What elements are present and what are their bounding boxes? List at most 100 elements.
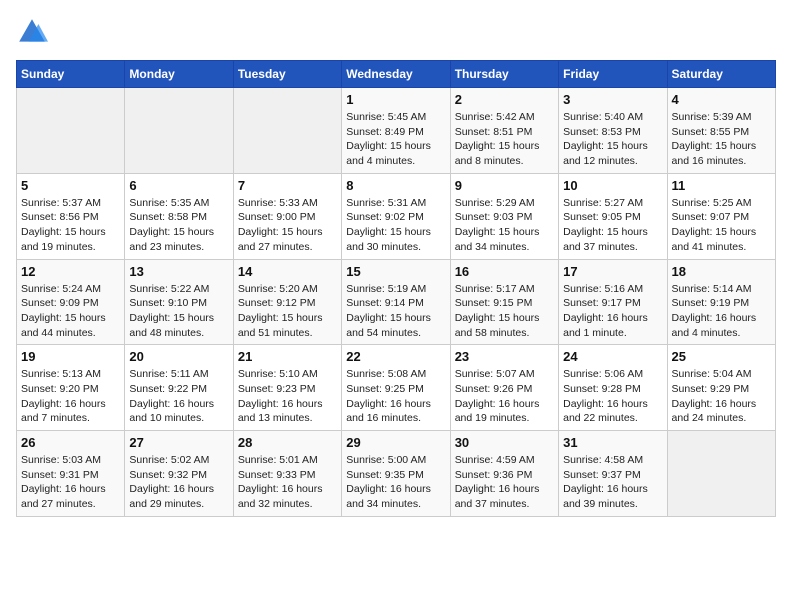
day-number: 31 (563, 435, 662, 450)
calendar-cell: 20 Sunrise: 5:11 AMSunset: 9:22 PMDayligh… (125, 345, 233, 431)
day-info: Sunrise: 5:00 AMSunset: 9:35 PMDaylight:… (346, 453, 445, 512)
calendar-cell: 14 Sunrise: 5:20 AMSunset: 9:12 PMDayligh… (233, 259, 341, 345)
calendar-cell: 21 Sunrise: 5:10 AMSunset: 9:23 PMDayligh… (233, 345, 341, 431)
day-info: Sunrise: 5:03 AMSunset: 9:31 PMDaylight:… (21, 453, 120, 512)
day-number: 19 (21, 349, 120, 364)
calendar-cell: 23 Sunrise: 5:07 AMSunset: 9:26 PMDayligh… (450, 345, 558, 431)
col-header-friday: Friday (559, 61, 667, 88)
day-number: 7 (238, 178, 337, 193)
day-info: Sunrise: 5:11 AMSunset: 9:22 PMDaylight:… (129, 367, 228, 426)
day-number: 4 (672, 92, 771, 107)
day-info: Sunrise: 5:17 AMSunset: 9:15 PMDaylight:… (455, 282, 554, 341)
page-header (16, 16, 776, 48)
day-number: 3 (563, 92, 662, 107)
calendar-cell: 6 Sunrise: 5:35 AMSunset: 8:58 PMDaylight… (125, 173, 233, 259)
calendar-cell (667, 431, 775, 517)
calendar-cell: 11 Sunrise: 5:25 AMSunset: 9:07 PMDayligh… (667, 173, 775, 259)
calendar-cell: 2 Sunrise: 5:42 AMSunset: 8:51 PMDaylight… (450, 88, 558, 174)
calendar-cell: 3Sunrise: 5:40 AMSunset: 8:53 PMDaylight… (559, 88, 667, 174)
day-number: 13 (129, 264, 228, 279)
week-row-1: 1 Sunrise: 5:45 AMSunset: 8:49 PMDaylight… (17, 88, 776, 174)
day-number: 11 (672, 178, 771, 193)
day-info: Sunrise: 5:45 AMSunset: 8:49 PMDaylight:… (346, 110, 445, 169)
day-info: Sunrise: 5:19 AMSunset: 9:14 PMDaylight:… (346, 282, 445, 341)
day-info: Sunrise: 5:35 AMSunset: 8:58 PMDaylight:… (129, 196, 228, 255)
day-number: 1 (346, 92, 445, 107)
day-number: 2 (455, 92, 554, 107)
calendar-cell: 18Sunrise: 5:14 AMSunset: 9:19 PMDayligh… (667, 259, 775, 345)
day-number: 14 (238, 264, 337, 279)
day-number: 20 (129, 349, 228, 364)
calendar-cell: 25Sunrise: 5:04 AMSunset: 9:29 PMDayligh… (667, 345, 775, 431)
col-header-saturday: Saturday (667, 61, 775, 88)
calendar-cell: 7 Sunrise: 5:33 AMSunset: 9:00 PMDaylight… (233, 173, 341, 259)
col-header-monday: Monday (125, 61, 233, 88)
day-info: Sunrise: 5:33 AMSunset: 9:00 PMDaylight:… (238, 196, 337, 255)
calendar-cell: 19 Sunrise: 5:13 AMSunset: 9:20 PMDayligh… (17, 345, 125, 431)
col-header-sunday: Sunday (17, 61, 125, 88)
day-info: Sunrise: 5:07 AMSunset: 9:26 PMDaylight:… (455, 367, 554, 426)
day-number: 6 (129, 178, 228, 193)
day-info: Sunrise: 4:58 AMSunset: 9:37 PMDaylight:… (563, 453, 662, 512)
col-header-tuesday: Tuesday (233, 61, 341, 88)
day-number: 29 (346, 435, 445, 450)
calendar-cell: 17 Sunrise: 5:16 AMSunset: 9:17 PMDayligh… (559, 259, 667, 345)
day-info: Sunrise: 5:01 AMSunset: 9:33 PMDaylight:… (238, 453, 337, 512)
week-row-2: 5 Sunrise: 5:37 AMSunset: 8:56 PMDaylight… (17, 173, 776, 259)
day-info: Sunrise: 5:42 AMSunset: 8:51 PMDaylight:… (455, 110, 554, 169)
day-number: 9 (455, 178, 554, 193)
calendar-cell: 29 Sunrise: 5:00 AMSunset: 9:35 PMDayligh… (342, 431, 450, 517)
day-number: 10 (563, 178, 662, 193)
day-info: Sunrise: 5:14 AMSunset: 9:19 PMDaylight:… (672, 282, 771, 341)
calendar-cell: 16 Sunrise: 5:17 AMSunset: 9:15 PMDayligh… (450, 259, 558, 345)
day-number: 23 (455, 349, 554, 364)
week-row-5: 26Sunrise: 5:03 AMSunset: 9:31 PMDayligh… (17, 431, 776, 517)
calendar-cell: 13 Sunrise: 5:22 AMSunset: 9:10 PMDayligh… (125, 259, 233, 345)
logo-icon (16, 16, 48, 48)
day-number: 16 (455, 264, 554, 279)
day-info: Sunrise: 5:13 AMSunset: 9:20 PMDaylight:… (21, 367, 120, 426)
calendar-cell: 4 Sunrise: 5:39 AMSunset: 8:55 PMDaylight… (667, 88, 775, 174)
calendar-cell: 9Sunrise: 5:29 AMSunset: 9:03 PMDaylight… (450, 173, 558, 259)
day-number: 27 (129, 435, 228, 450)
day-number: 15 (346, 264, 445, 279)
day-number: 17 (563, 264, 662, 279)
calendar-cell: 30 Sunrise: 4:59 AMSunset: 9:36 PMDayligh… (450, 431, 558, 517)
day-info: Sunrise: 5:10 AMSunset: 9:23 PMDaylight:… (238, 367, 337, 426)
calendar-cell: 5 Sunrise: 5:37 AMSunset: 8:56 PMDaylight… (17, 173, 125, 259)
day-info: Sunrise: 5:16 AMSunset: 9:17 PMDaylight:… (563, 282, 662, 341)
calendar-cell: 12Sunrise: 5:24 AMSunset: 9:09 PMDayligh… (17, 259, 125, 345)
calendar-cell: 1 Sunrise: 5:45 AMSunset: 8:49 PMDaylight… (342, 88, 450, 174)
day-number: 30 (455, 435, 554, 450)
day-number: 5 (21, 178, 120, 193)
col-header-thursday: Thursday (450, 61, 558, 88)
day-info: Sunrise: 5:22 AMSunset: 9:10 PMDaylight:… (129, 282, 228, 341)
day-number: 24 (563, 349, 662, 364)
calendar-cell: 22 Sunrise: 5:08 AMSunset: 9:25 PMDayligh… (342, 345, 450, 431)
calendar-cell: 28 Sunrise: 5:01 AMSunset: 9:33 PMDayligh… (233, 431, 341, 517)
day-info: Sunrise: 5:08 AMSunset: 9:25 PMDaylight:… (346, 367, 445, 426)
day-info: Sunrise: 5:20 AMSunset: 9:12 PMDaylight:… (238, 282, 337, 341)
day-info: Sunrise: 5:27 AMSunset: 9:05 PMDaylight:… (563, 196, 662, 255)
calendar-cell: 26Sunrise: 5:03 AMSunset: 9:31 PMDayligh… (17, 431, 125, 517)
calendar-cell: 27 Sunrise: 5:02 AMSunset: 9:32 PMDayligh… (125, 431, 233, 517)
calendar-table: SundayMondayTuesdayWednesdayThursdayFrid… (16, 60, 776, 517)
day-number: 22 (346, 349, 445, 364)
day-info: Sunrise: 5:02 AMSunset: 9:32 PMDaylight:… (129, 453, 228, 512)
day-info: Sunrise: 4:59 AMSunset: 9:36 PMDaylight:… (455, 453, 554, 512)
day-number: 28 (238, 435, 337, 450)
calendar-cell: 31 Sunrise: 4:58 AMSunset: 9:37 PMDayligh… (559, 431, 667, 517)
day-info: Sunrise: 5:37 AMSunset: 8:56 PMDaylight:… (21, 196, 120, 255)
calendar-cell (17, 88, 125, 174)
day-info: Sunrise: 5:31 AMSunset: 9:02 PMDaylight:… (346, 196, 445, 255)
calendar-cell (125, 88, 233, 174)
day-info: Sunrise: 5:25 AMSunset: 9:07 PMDaylight:… (672, 196, 771, 255)
week-row-4: 19 Sunrise: 5:13 AMSunset: 9:20 PMDayligh… (17, 345, 776, 431)
day-info: Sunrise: 5:04 AMSunset: 9:29 PMDaylight:… (672, 367, 771, 426)
col-header-wednesday: Wednesday (342, 61, 450, 88)
calendar-cell: 10 Sunrise: 5:27 AMSunset: 9:05 PMDayligh… (559, 173, 667, 259)
calendar-cell: 8Sunrise: 5:31 AMSunset: 9:02 PMDaylight… (342, 173, 450, 259)
day-info: Sunrise: 5:39 AMSunset: 8:55 PMDaylight:… (672, 110, 771, 169)
day-number: 21 (238, 349, 337, 364)
calendar-cell: 24Sunrise: 5:06 AMSunset: 9:28 PMDayligh… (559, 345, 667, 431)
